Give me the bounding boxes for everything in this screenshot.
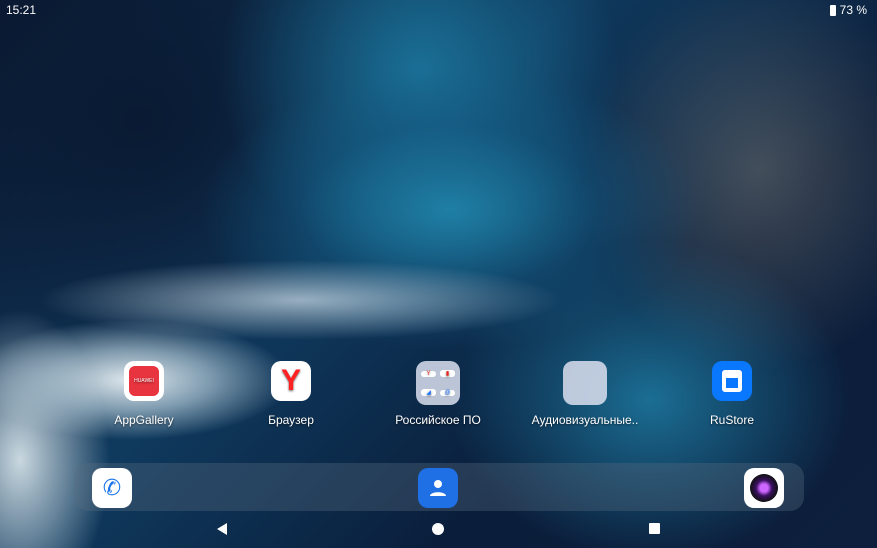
phone-icon[interactable]: ✆ <box>92 468 132 508</box>
recents-button[interactable] <box>648 522 662 536</box>
clock: 15:21 <box>6 3 37 17</box>
home-button[interactable] <box>431 522 445 536</box>
appgallery-icon: HUAWEI <box>124 361 164 401</box>
folder-icon <box>563 361 607 405</box>
battery-level: 73 % <box>839 3 867 17</box>
app-label: RuStore <box>709 413 755 427</box>
battery-indicator: 73 % <box>829 3 867 17</box>
back-button[interactable] <box>215 522 229 536</box>
app-rustore[interactable]: RuStore <box>677 361 787 427</box>
folder-label: Российское ПО <box>395 413 481 427</box>
app-browser[interactable]: Y Браузер <box>236 361 346 427</box>
folder-audiovisual[interactable]: Аудиовизуальные.. <box>530 361 640 427</box>
battery-icon <box>829 4 836 16</box>
folder-russian-software[interactable]: Y ▮ ◢ @ Российское ПО <box>383 361 493 427</box>
folder-label: Аудиовизуальные.. <box>531 413 639 427</box>
app-appgallery[interactable]: HUAWEI AppGallery <box>89 361 199 427</box>
status-bar: 15:21 73 % <box>0 0 877 20</box>
rustore-icon <box>712 361 752 401</box>
app-label: AppGallery <box>114 413 174 427</box>
folder-icon: Y ▮ ◢ @ <box>416 361 460 405</box>
camera-icon[interactable] <box>744 468 784 508</box>
yandex-browser-icon: Y <box>271 361 311 401</box>
app-label: Браузер <box>268 413 314 427</box>
huawei-logo: HUAWEI <box>129 366 159 396</box>
contacts-icon[interactable] <box>418 468 458 508</box>
